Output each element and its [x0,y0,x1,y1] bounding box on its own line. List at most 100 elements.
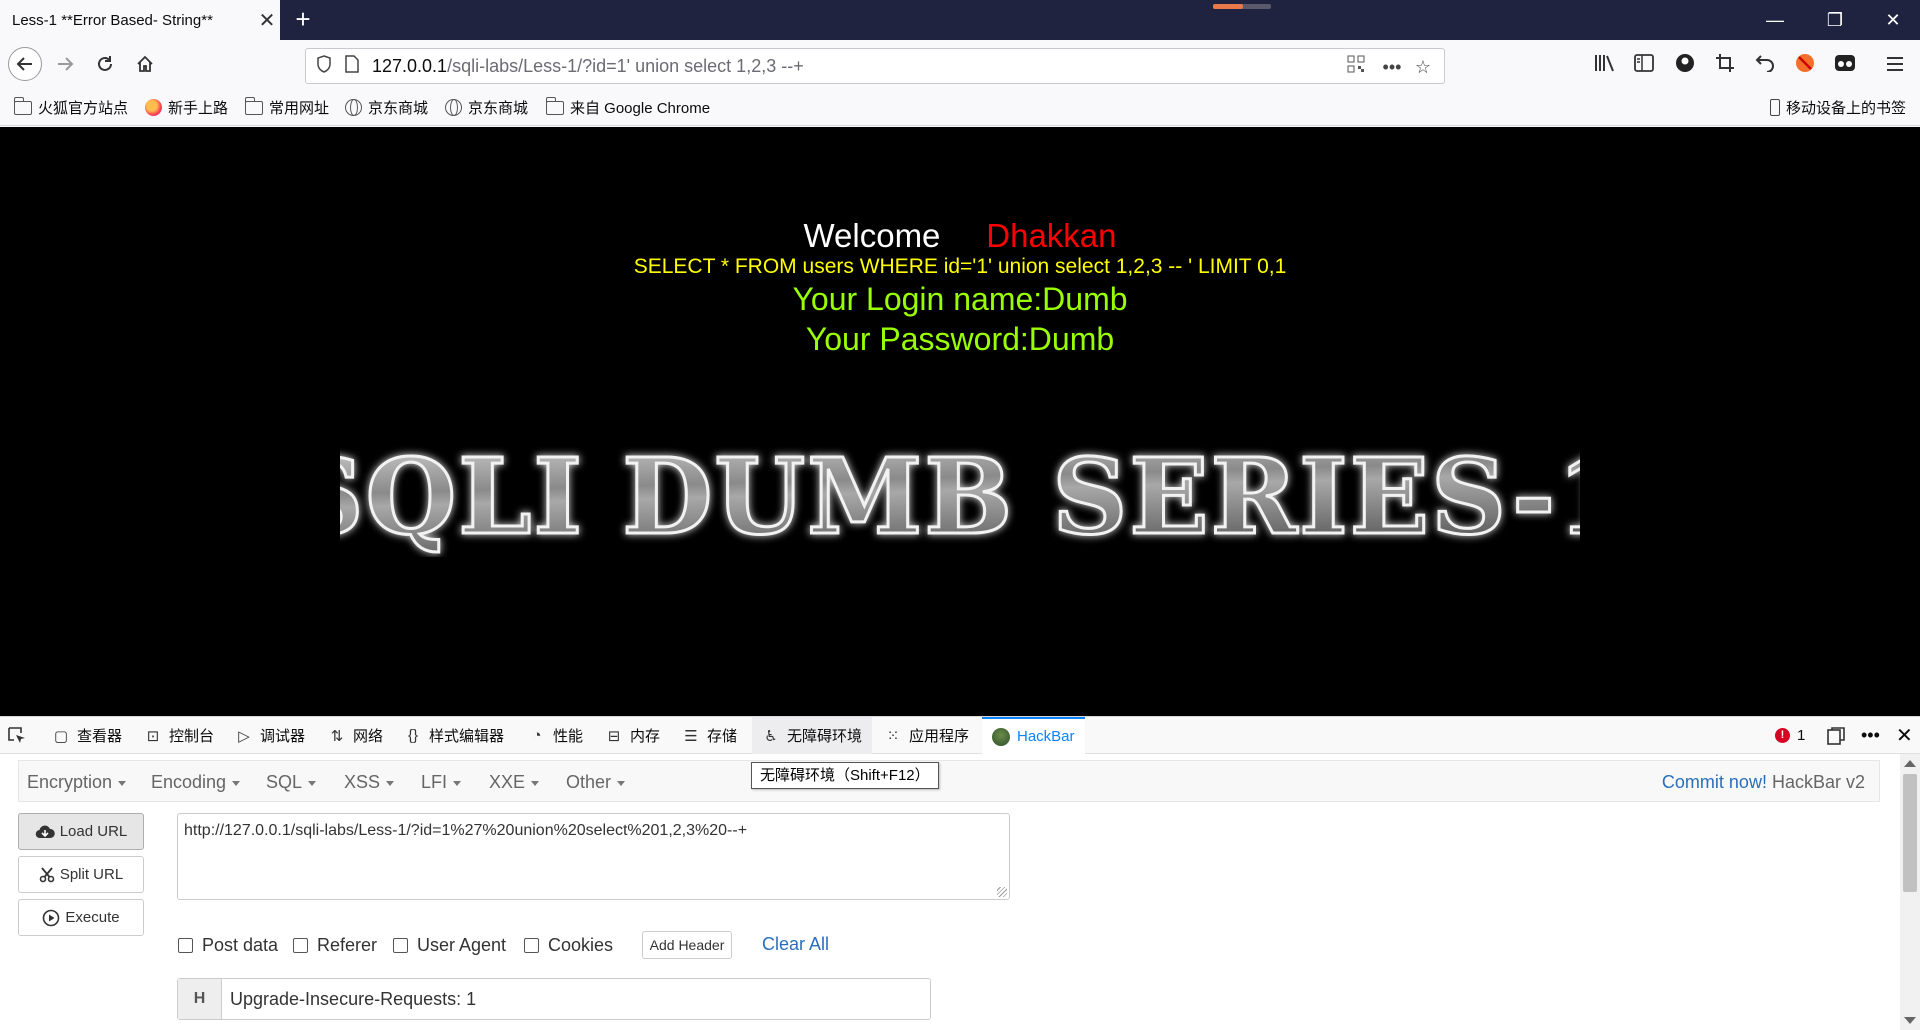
welcome-line: Welcome Dhakkan [0,217,1920,255]
blocker-icon[interactable] [1792,53,1818,79]
accessibility-icon: ♿ [764,727,778,745]
folder-icon [13,96,32,115]
checkbox-icon[interactable] [393,938,408,953]
address-bar[interactable]: 127.0.0.1/sqli-labs/Less-1/?id=1' union … [305,48,1445,84]
close-window-button[interactable]: ✕ [1866,0,1920,40]
tab-console[interactable]: ⊡ 控制台 [144,717,214,754]
clear-all-link[interactable]: Clear All [762,934,829,955]
bookmark-item[interactable]: 火狐官方站点 [13,96,128,118]
qr-icon[interactable] [1342,53,1370,81]
resize-grip-icon[interactable] [997,887,1007,897]
home-icon[interactable] [128,47,162,81]
error-count-badge[interactable]: ! 1 [1775,717,1805,754]
accessibility-tooltip: 无障碍环境（Shift+F12） [751,762,939,789]
scroll-thumb[interactable] [1903,774,1917,892]
reload-icon[interactable] [88,47,122,81]
performance-icon: ◔ [532,727,542,744]
new-tab-button[interactable]: + [286,4,320,36]
scroll-down-icon[interactable] [1904,1017,1916,1024]
bookmarks-toolbar: 火狐官方站点 新手上路 常用网址 京东商城 京东商城 来自 Google Chr… [0,88,1920,126]
storage-icon: ☰ [684,727,698,745]
screenshot-icon[interactable] [1712,53,1738,79]
caret-down-icon [118,780,127,786]
menu-other[interactable]: Other [566,772,626,793]
page-icon[interactable] [338,54,366,78]
tab-memory[interactable]: ⊟ 内存 [605,717,660,754]
extension-icon[interactable] [1832,53,1858,79]
phone-icon [1770,99,1780,116]
devtools-more-icon[interactable]: ••• [1861,717,1880,754]
memory-icon: ⊟ [607,727,621,745]
checkbox-icon[interactable] [524,938,539,953]
tab-hackbar[interactable]: HackBar [982,717,1085,754]
more-icon[interactable]: ••• [1378,53,1406,81]
tab-application[interactable]: ⁙ 应用程序 [884,717,969,754]
cookies-checkbox[interactable]: Cookies [524,935,613,956]
checkbox-icon[interactable] [178,938,193,953]
tab-performance[interactable]: ◔ 性能 [528,717,583,754]
user-agent-checkbox[interactable]: User Agent [393,935,506,956]
tab-title: Less-1 **Error Based- String** [12,11,213,29]
bookmark-item[interactable]: 来自 Google Chrome [545,96,710,118]
tab-style-editor[interactable]: {} 样式编辑器 [404,717,504,754]
sidebar-icon[interactable] [1631,53,1657,79]
login-name-text: Your Login name:Dumb [792,281,1128,317]
tab-storage[interactable]: ☰ 存储 [682,717,737,754]
bookmark-item[interactable]: 常用网址 [244,96,329,118]
url-text[interactable]: 127.0.0.1/sqli-labs/Less-1/?id=1' union … [372,56,804,77]
minimize-button[interactable]: — [1748,0,1802,40]
sql-query-text: SELECT * FROM users WHERE id='1' union s… [633,255,1287,278]
forward-icon[interactable] [48,47,82,81]
account-icon[interactable] [1672,53,1698,79]
welcome-text: Welcome [803,217,941,254]
library-icon[interactable] [1592,53,1618,79]
restore-button[interactable]: ❐ [1808,0,1862,40]
hackbar-menu-bar: Encryption Encoding SQL XSS LFI XXE Othe… [18,760,1880,802]
split-url-button[interactable]: Split URL [18,856,144,893]
header-value-input[interactable]: Upgrade-Insecure-Requests: 1 [222,979,476,1019]
tab-accessibility[interactable]: ♿ 无障碍环境 [752,717,873,754]
bookmark-item[interactable]: 京东商城 [345,97,428,118]
scroll-up-icon[interactable] [1904,760,1916,767]
bookmark-item[interactable]: 京东商城 [445,97,528,118]
back-icon[interactable] [8,47,42,81]
menu-xss[interactable]: XSS [344,772,395,793]
menu-icon[interactable] [1882,53,1908,79]
browser-tab[interactable]: Less-1 **Error Based- String** ✕ [0,0,280,40]
header-row: H Upgrade-Insecure-Requests: 1 [177,978,931,1020]
post-data-checkbox[interactable]: Post data [178,935,278,956]
menu-encryption[interactable]: Encryption [27,772,127,793]
menu-lfi[interactable]: LFI [421,772,462,793]
application-icon: ⁙ [886,727,900,745]
navigation-toolbar: 127.0.0.1/sqli-labs/Less-1/?id=1' union … [0,40,1920,88]
referer-checkbox[interactable]: Referer [293,935,377,956]
url-host: 127.0.0.1 [372,55,448,76]
bookmark-star-icon[interactable]: ☆ [1409,53,1437,81]
add-header-button[interactable]: Add Header [642,931,732,959]
welcome-name: Dhakkan [986,217,1117,254]
menu-xxe[interactable]: XXE [489,772,540,793]
menu-encoding[interactable]: Encoding [151,772,241,793]
tab-close-icon[interactable]: ✕ [254,8,280,33]
element-picker-icon[interactable] [8,717,26,754]
tab-debugger[interactable]: ▷ 调试器 [235,717,305,754]
shield-icon[interactable] [310,54,338,78]
tab-network[interactable]: ⇅ 网络 [328,717,383,754]
checkbox-icon[interactable] [293,938,308,953]
debugger-icon: ▷ [238,727,250,745]
execute-button[interactable]: Execute [18,899,144,936]
tab-inspector[interactable]: ▢ 查看器 [52,717,122,754]
dock-icon[interactable] [1827,717,1845,754]
caret-down-icon [531,780,540,786]
mobile-bookmarks[interactable]: 移动设备上的书签 [1770,97,1906,118]
folder-icon [244,96,263,115]
undo-icon[interactable] [1752,53,1778,79]
devtools-close-icon[interactable]: ✕ [1896,717,1913,754]
url-textarea[interactable]: http://127.0.0.1/sqli-labs/Less-1/?id=1%… [177,813,1010,900]
commit-link[interactable]: Commit now! [1662,772,1767,792]
bookmark-item[interactable]: 新手上路 [145,97,228,118]
menu-sql[interactable]: SQL [266,772,317,793]
vertical-scrollbar[interactable] [1900,754,1920,1030]
globe-icon [445,99,462,116]
load-url-button[interactable]: Load URL [18,813,144,850]
